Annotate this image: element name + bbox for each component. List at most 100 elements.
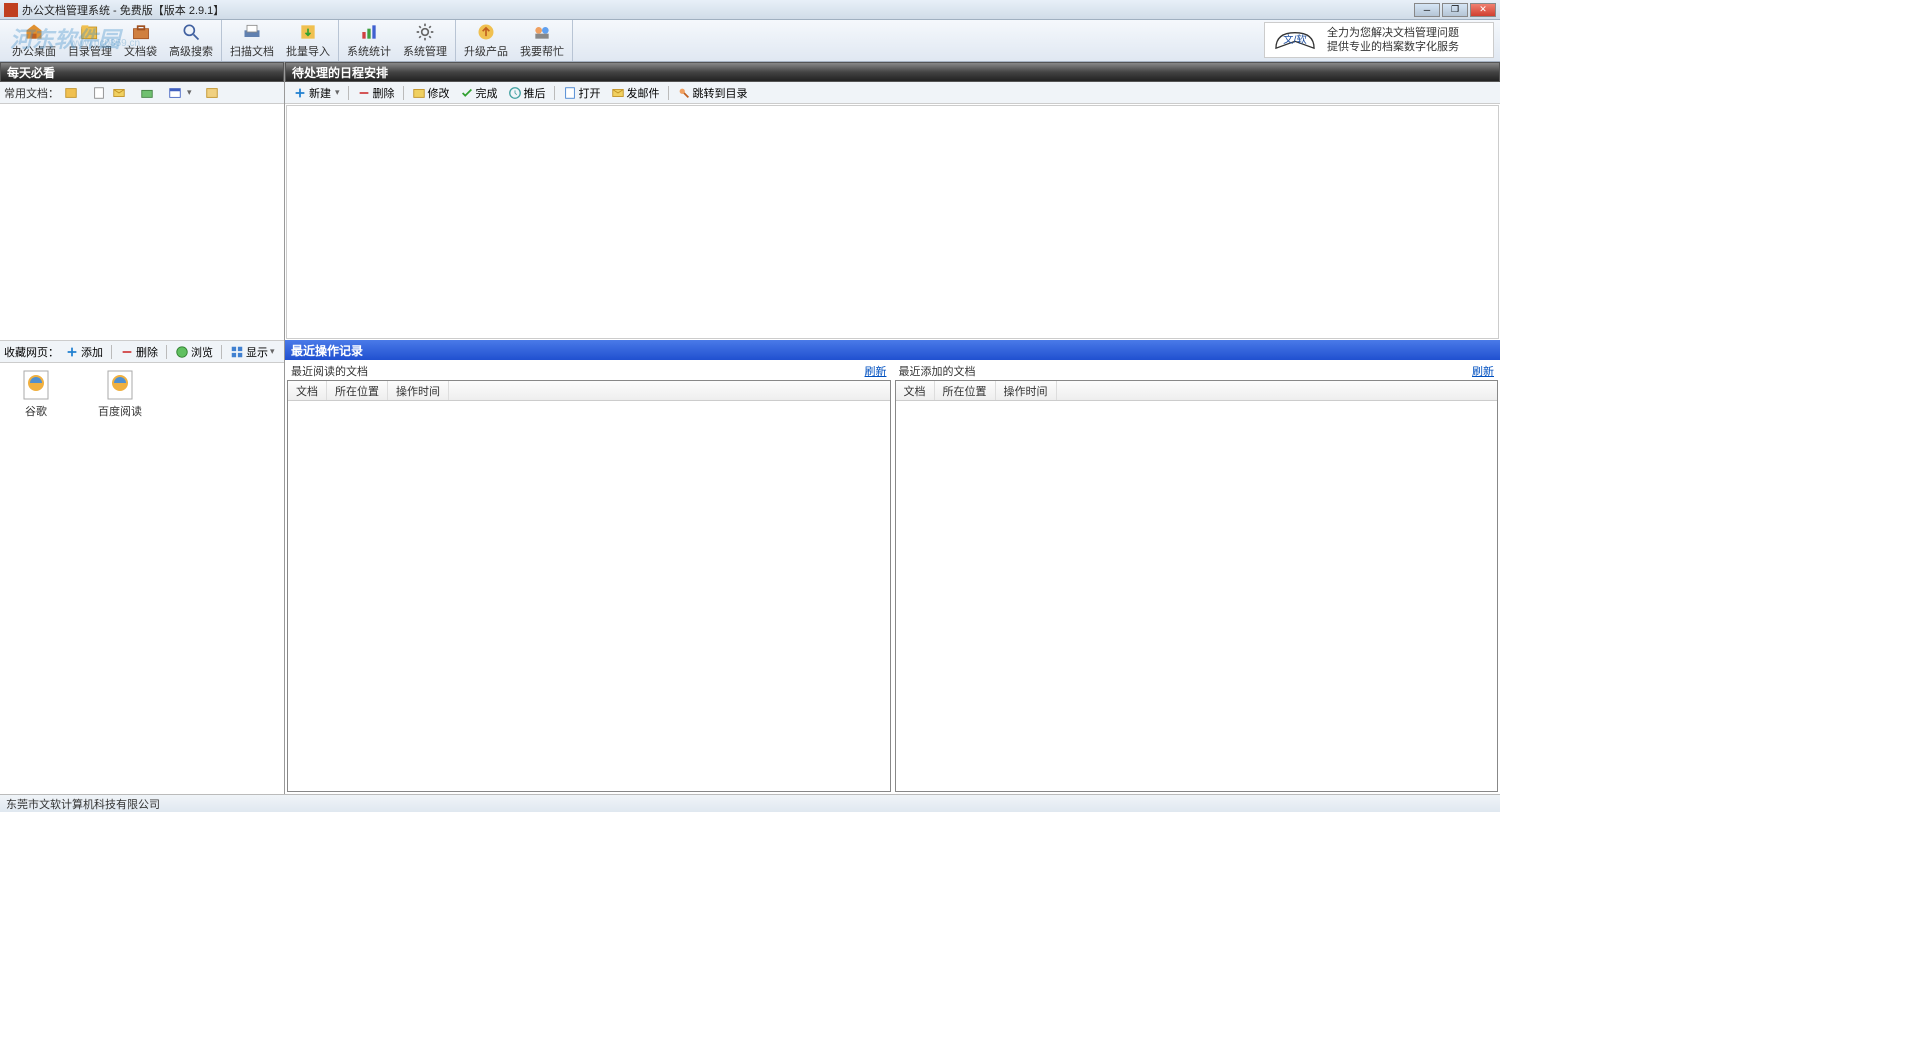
grid-icon: [230, 345, 244, 359]
upgrade-icon: [476, 22, 496, 42]
sch-label: 修改: [428, 85, 450, 101]
recent-read-subhead: 最近阅读的文档 刷新: [287, 362, 891, 380]
fav-browse-label: 浏览: [191, 344, 213, 360]
favorites-section: 收藏网页： 添加 删除 浏览 显示: [0, 340, 284, 794]
recent-add-subhead: 最近添加的文档 刷新: [895, 362, 1499, 380]
schedule-header: 待处理的日程安排: [285, 62, 1500, 82]
fav-item-baidu[interactable]: 百度阅读: [90, 369, 150, 419]
sch-label: 完成: [476, 85, 498, 101]
globe-icon: [175, 345, 189, 359]
maximize-button[interactable]: ❐: [1442, 3, 1468, 17]
mail-icon[interactable]: [111, 85, 127, 101]
fav-browse-button[interactable]: 浏览: [171, 343, 217, 361]
minimize-button[interactable]: ─: [1414, 3, 1440, 17]
recent-read-column: 最近阅读的文档 刷新 文档 所在位置 操作时间: [285, 360, 893, 794]
search-icon: [181, 22, 201, 42]
sch-new-button[interactable]: 新建▾: [289, 84, 344, 102]
fav-add-button[interactable]: 添加: [61, 343, 107, 361]
fav-delete-button[interactable]: 删除: [116, 343, 162, 361]
banner-logo-icon: 文/软: [1269, 25, 1321, 55]
toolbar-group-1: 办公桌面 目录管理 文档袋 高级搜索: [4, 20, 222, 61]
fav-item-label: 百度阅读: [98, 403, 142, 419]
minus-icon: [357, 86, 371, 100]
stats-button[interactable]: 系统统计: [341, 22, 397, 60]
recent-add-refresh[interactable]: 刷新: [1472, 363, 1494, 379]
sch-modify-button[interactable]: 修改: [408, 84, 454, 102]
goto-icon: [677, 86, 691, 100]
close-button[interactable]: ✕: [1470, 3, 1496, 17]
th-time[interactable]: 操作时间: [388, 381, 449, 400]
tb-label: 我要帮忙: [520, 43, 564, 59]
mail-icon: [611, 86, 625, 100]
fav-item-google[interactable]: 谷歌: [6, 369, 66, 419]
tb-label: 升级产品: [464, 43, 508, 59]
daily-toolbar: 常用文档： ▾: [0, 82, 284, 104]
sch-complete-button[interactable]: 完成: [456, 84, 502, 102]
scan-button[interactable]: 扫描文档: [224, 22, 280, 60]
daily-section: 每天必看 常用文档： ▾: [0, 62, 284, 340]
banner-line2: 提供专业的档案数字化服务: [1327, 40, 1459, 54]
open-icon: [563, 86, 577, 100]
recent-read-refresh[interactable]: 刷新: [865, 363, 887, 379]
schedule-section: 待处理的日程安排 新建▾ 删除 修改 完成 推后 打开 发邮件 跳转到目录: [285, 62, 1500, 340]
doc-icon[interactable]: [91, 85, 107, 101]
docbag-button[interactable]: 文档袋: [118, 22, 163, 60]
tb-label: 系统管理: [403, 43, 447, 59]
fav-display-button[interactable]: 显示 ▾: [226, 343, 279, 361]
recent-read-thead: 文档 所在位置 操作时间: [288, 381, 890, 401]
fav-display-label: 显示: [246, 344, 268, 360]
tb-label: 高级搜索: [169, 43, 213, 59]
sch-open-button[interactable]: 打开: [559, 84, 605, 102]
add-doc-icon[interactable]: [63, 85, 79, 101]
recent-add-thead: 文档 所在位置 操作时间: [896, 381, 1498, 401]
recent-split: 最近阅读的文档 刷新 文档 所在位置 操作时间 最近添加的文档 刷新: [285, 360, 1500, 794]
sch-label: 新建: [309, 85, 331, 101]
sch-delete-button[interactable]: 删除: [353, 84, 399, 102]
favorites-body: 谷歌 百度阅读: [0, 363, 284, 794]
sch-postpone-button[interactable]: 推后: [504, 84, 550, 102]
plus-icon: [293, 86, 307, 100]
recent-add-column: 最近添加的文档 刷新 文档 所在位置 操作时间: [893, 360, 1501, 794]
th-location[interactable]: 所在位置: [935, 381, 996, 400]
favorites-toolbar: 收藏网页： 添加 删除 浏览 显示: [0, 341, 284, 363]
calendar-icon[interactable]: [167, 85, 183, 101]
minus-icon: [120, 345, 134, 359]
edit-icon: [412, 86, 426, 100]
th-location[interactable]: 所在位置: [327, 381, 388, 400]
upgrade-button[interactable]: 升级产品: [458, 22, 514, 60]
sch-label: 发邮件: [627, 85, 660, 101]
recent-read-table: 文档 所在位置 操作时间: [287, 380, 891, 792]
sch-label: 打开: [579, 85, 601, 101]
toolbar-group-2: 扫描文档 批量导入: [222, 20, 339, 61]
help-icon: [532, 22, 552, 42]
help-button[interactable]: 我要帮忙: [514, 22, 570, 60]
banner[interactable]: 文/软 全力为您解决文档管理问题 提供专业的档案数字化服务: [1264, 22, 1494, 58]
window-buttons: ─ ❐ ✕: [1414, 3, 1496, 17]
folder-icon[interactable]: [139, 85, 155, 101]
home-icon: [24, 22, 44, 42]
plus-icon: [65, 345, 79, 359]
fav-item-label: 谷歌: [25, 403, 47, 419]
search-button[interactable]: 高级搜索: [163, 22, 219, 60]
window-title: 办公文档管理系统 - 免费版【版本 2.9.1】: [22, 2, 1414, 18]
catalog-button[interactable]: 目录管理: [62, 22, 118, 60]
tb-label: 系统统计: [347, 43, 391, 59]
sch-mail-button[interactable]: 发邮件: [607, 84, 664, 102]
list-icon[interactable]: [204, 85, 220, 101]
th-time[interactable]: 操作时间: [996, 381, 1057, 400]
content: 每天必看 常用文档： ▾ 收藏网页：: [0, 62, 1500, 794]
sch-goto-button[interactable]: 跳转到目录: [673, 84, 752, 102]
clock-icon: [508, 86, 522, 100]
left-panel: 每天必看 常用文档： ▾ 收藏网页：: [0, 62, 285, 794]
recent-add-title: 最近添加的文档: [899, 363, 976, 379]
chart-icon: [359, 22, 379, 42]
titlebar: 办公文档管理系统 - 免费版【版本 2.9.1】 ─ ❐ ✕: [0, 0, 1500, 20]
sysmgmt-button[interactable]: 系统管理: [397, 22, 453, 60]
th-doc[interactable]: 文档: [896, 381, 935, 400]
folder-tree-icon: [80, 22, 100, 42]
globe-page-icon: [20, 369, 52, 401]
desktop-button[interactable]: 办公桌面: [6, 22, 62, 60]
statusbar: 东莞市文软计算机科技有限公司: [0, 794, 1500, 812]
th-doc[interactable]: 文档: [288, 381, 327, 400]
import-button[interactable]: 批量导入: [280, 22, 336, 60]
